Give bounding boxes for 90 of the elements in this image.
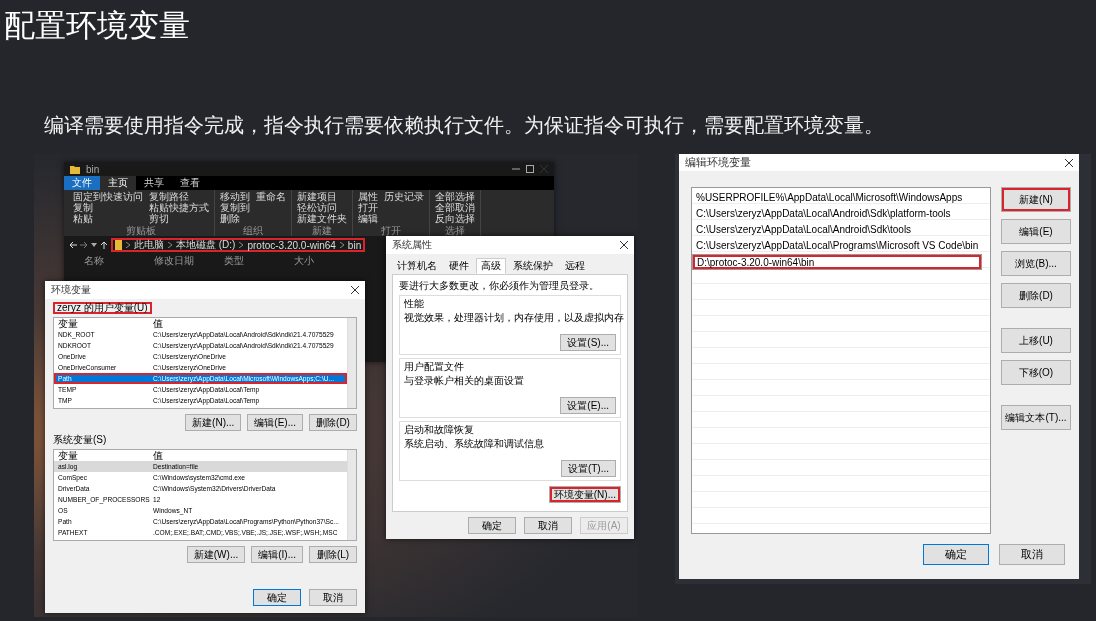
dialog-button[interactable]: 取消 [309,589,357,606]
dialog-button[interactable]: 浏览(B)... [1001,251,1071,276]
dialog-tab[interactable]: 高级 [476,258,506,274]
dialog-button[interactable]: 新建(W)... [186,546,246,563]
ribbon-tab[interactable]: 文件 [64,176,100,190]
breadcrumb[interactable]: 此电脑 [134,238,164,252]
dialog-tab[interactable]: 远程 [560,258,590,274]
dialog-button[interactable]: 确定 [253,589,301,606]
dialog-title: 环境变量 [51,283,91,297]
column-header: 变量 [58,318,79,329]
ribbon-command[interactable]: 编辑 [358,213,378,224]
dialog-button[interactable]: 新建(N)... [185,414,242,431]
dialog-tab[interactable]: 系统保护 [508,258,558,274]
settings-button[interactable]: 设置(T)... [560,460,616,477]
dialog-button[interactable]: 删除(L) [309,546,357,563]
slide-title: 配置环境变量 [3,7,191,45]
group-label: 启动和故障恢复 [404,424,474,436]
ribbon-command[interactable]: 历史记录 [384,191,424,202]
ribbon-tab[interactable]: 主页 [100,176,136,190]
group-description: 视觉效果，处理器计划，内存使用，以及虚拟内存 [404,312,624,324]
slide-subtitle: 编译需要使用指令完成，指令执行需要依赖执行文件。为保证指令可执行，需要配置环境变量。 [44,113,884,138]
ribbon-command[interactable]: 轻松访问 [297,202,347,213]
ribbon-tab[interactable]: 查看 [172,176,208,190]
ribbon-command[interactable]: 打开 [358,202,378,213]
ribbon-command[interactable]: 复制到 [220,202,250,213]
dialog-tab[interactable]: 计算机名 [392,258,442,274]
ribbon-command[interactable]: 反向选择 [435,213,475,224]
breadcrumb[interactable]: protoc-3.20.0-win64 [247,239,336,251]
list-item[interactable]: C:\Users\zeryz\AppData\Local\Android\Sdk\tools [692,222,912,238]
group-description: 系统启动、系统故障和调试信息 [404,438,544,450]
dialog-button[interactable]: 下移(O) [1001,360,1071,385]
ribbon-command[interactable]: 重命名 [256,191,286,202]
ribbon-group-label: 新建 [311,225,333,237]
admin-note: 要进行大多数更改，你必须作为管理员登录。 [399,279,600,292]
window-title: bin [86,163,100,175]
column-header[interactable]: 修改日期 [154,254,224,268]
column-header[interactable]: 大小 [294,254,364,268]
dialog-button[interactable]: 删除(D) [1001,283,1071,308]
dialog-title: 系统属性 [392,238,432,252]
column-header: 值 [153,450,164,461]
group-label: 用户配置文件 [404,361,464,373]
dialog-button[interactable]: 取消 [999,544,1065,565]
ribbon-command[interactable]: 复制 [73,202,143,213]
ribbon-group-label: 剪贴板 [125,225,157,237]
breadcrumb[interactable]: bin [347,239,362,251]
column-header[interactable]: 名称 [84,254,154,268]
ribbon-group-label: 选择 [444,225,466,237]
group-label: zeryz 的用户变量(U) [53,302,152,314]
ribbon-command[interactable]: 粘贴 [73,213,143,224]
dialog-button[interactable]: 编辑(E) [1001,219,1071,244]
settings-button[interactable]: 设置(E)... [560,397,616,414]
dialog-button[interactable]: 确定 [923,544,989,565]
ribbon-tab[interactable]: 共享 [136,176,172,190]
environment-variables-button[interactable]: 环境变量(N)... [548,486,621,503]
address-bar[interactable]: 此电脑 本地磁盘 (D:) protoc-3.20.0-win64 bin [111,238,366,252]
breadcrumb[interactable]: 本地磁盘 (D:) [176,238,236,252]
ribbon-command[interactable]: 移动到 [220,191,250,202]
ribbon-command[interactable]: 复制路径 [149,191,209,202]
dialog-button[interactable]: 删除(D) [309,414,357,431]
list-item[interactable]: %USERPROFILE%\AppData\Local\Microsoft\WindowsApps [692,190,963,206]
ribbon-command[interactable]: 属性 [358,191,378,202]
dialog-button[interactable]: 上移(U) [1001,328,1071,353]
ribbon-command[interactable]: 固定到快速访问 [73,191,143,202]
dialog-button[interactable]: 编辑(I)... [251,546,303,563]
ribbon-command[interactable]: 粘贴快捷方式 [149,202,209,213]
dialog-button[interactable]: 新建(N) [1001,187,1071,212]
ribbon-group-label: 组织 [242,225,264,237]
list-item[interactable]: C:\Users\zeryz\AppData\Local\Programs\Microsoft VS Code\bin [692,238,979,254]
dialog-button[interactable]: 编辑(E)... [247,414,303,431]
dialog-tab[interactable]: 硬件 [444,258,474,274]
ribbon-command[interactable]: 剪切 [149,213,209,224]
column-header: 值 [153,318,164,329]
group-label: 系统变量(S) [53,434,107,446]
ribbon-command[interactable]: 删除 [220,213,250,224]
ribbon-command[interactable]: 全部取消 [435,202,475,213]
dialog-button[interactable]: 确定 [468,517,516,534]
column-header[interactable]: 类型 [224,254,294,268]
list-item[interactable]: D:\protoc-3.20.0-win64\bin [692,254,982,270]
ribbon-group-label: 打开 [380,225,402,237]
column-header: 变量 [58,450,79,461]
ribbon-command[interactable]: 新建项目 [297,191,347,202]
list-item[interactable]: C:\Users\zeryz\AppData\Local\Android\Sdk\platform-tools [692,206,951,222]
group-description: 与登录帐户相关的桌面设置 [404,375,524,387]
settings-button[interactable]: 设置(S)... [560,334,616,351]
dialog-title: 编辑环境变量 [685,155,751,170]
group-label: 性能 [404,298,424,310]
ribbon-command[interactable]: 新建文件夹 [297,213,347,224]
ribbon-command[interactable]: 全部选择 [435,191,475,202]
dialog-button[interactable]: 编辑文本(T)... [1001,405,1071,430]
dialog-button[interactable]: 取消 [524,517,572,534]
